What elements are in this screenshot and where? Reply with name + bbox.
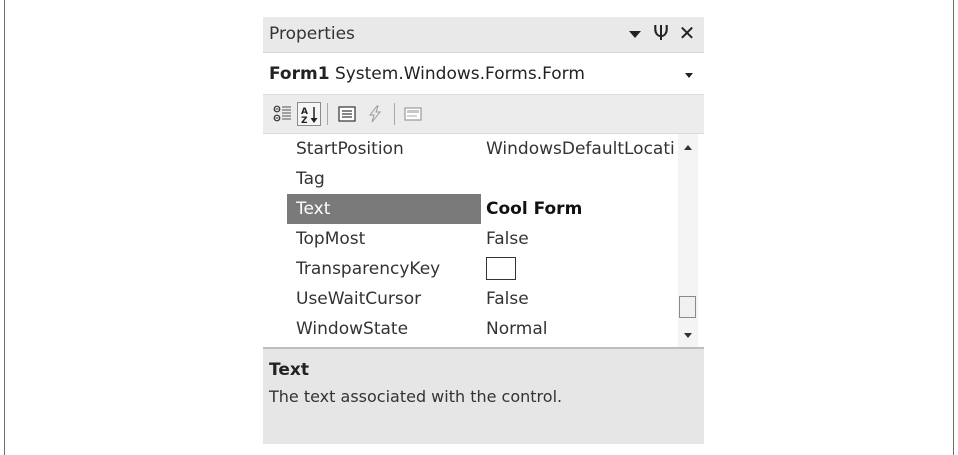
object-selector-label: Form1 System.Windows.Forms.Form [269,64,585,84]
properties-toolbar: A Z [263,94,704,134]
dropdown-arrow-icon[interactable] [624,22,646,44]
object-selector[interactable]: Form1 System.Windows.Forms.Form [263,53,704,94]
page-border-left [4,0,5,455]
property-row[interactable]: Tag [263,164,678,194]
categorized-icon[interactable] [271,102,295,126]
property-pages-icon[interactable] [401,102,425,126]
scroll-up-icon[interactable] [684,145,692,150]
scroll-down-icon[interactable] [684,333,692,338]
property-value[interactable]: False [486,289,676,309]
color-swatch[interactable] [486,257,516,280]
row-gutter [263,284,287,314]
chevron-down-icon[interactable] [685,73,693,78]
property-value[interactable]: Normal [486,319,676,339]
events-icon[interactable] [363,102,387,126]
description-pane: Text The text associated with the contro… [263,349,704,444]
title-bar: Properties Ψ ✕ [263,17,704,53]
window-title: Properties [269,24,355,44]
vertical-scrollbar[interactable] [678,134,698,347]
property-value[interactable]: Cool Form [486,199,676,219]
property-value[interactable]: False [486,229,676,249]
property-name: UseWaitCursor [296,289,422,309]
row-gutter [263,134,287,164]
scroll-thumb[interactable] [679,296,696,318]
property-name: StartPosition [296,139,404,159]
row-gutter [263,314,287,344]
property-row[interactable]: TransparencyKey [263,254,678,284]
description-title: Text [269,360,309,380]
property-row[interactable]: StartPosition WindowsDefaultLocati [263,134,678,164]
object-name: Form1 [269,64,330,84]
property-name: Text [296,199,331,219]
property-row[interactable]: WindowState Normal [263,314,678,344]
property-name: WindowState [296,319,409,339]
object-type: System.Windows.Forms.Form [334,64,585,84]
title-bar-controls: Ψ ✕ [620,22,698,44]
property-name: Tag [296,169,325,189]
property-grid: StartPosition WindowsDefaultLocati Tag T… [263,134,704,347]
property-row-selected[interactable]: Text Cool Form [263,194,678,224]
property-row[interactable]: UseWaitCursor False [263,284,678,314]
page-border-right [953,0,954,455]
row-gutter [263,254,287,284]
row-gutter [263,194,287,224]
alphabetical-icon[interactable]: A Z [297,102,321,126]
property-row[interactable]: TopMost False [263,224,678,254]
properties-window: Properties Ψ ✕ Form1 System.Windows.Form… [263,17,704,444]
pin-icon[interactable]: Ψ [650,22,672,44]
toolbar-separator [327,103,328,125]
description-text: The text associated with the control. [269,387,563,406]
property-name: TransparencyKey [296,259,441,279]
properties-icon[interactable] [335,102,359,126]
property-value[interactable]: WindowsDefaultLocati [486,139,676,159]
row-gutter [263,164,287,194]
close-icon[interactable]: ✕ [676,22,698,44]
toolbar-separator [394,103,395,125]
property-name: TopMost [296,229,366,249]
row-gutter [263,224,287,254]
svg-text:Z: Z [301,116,308,125]
